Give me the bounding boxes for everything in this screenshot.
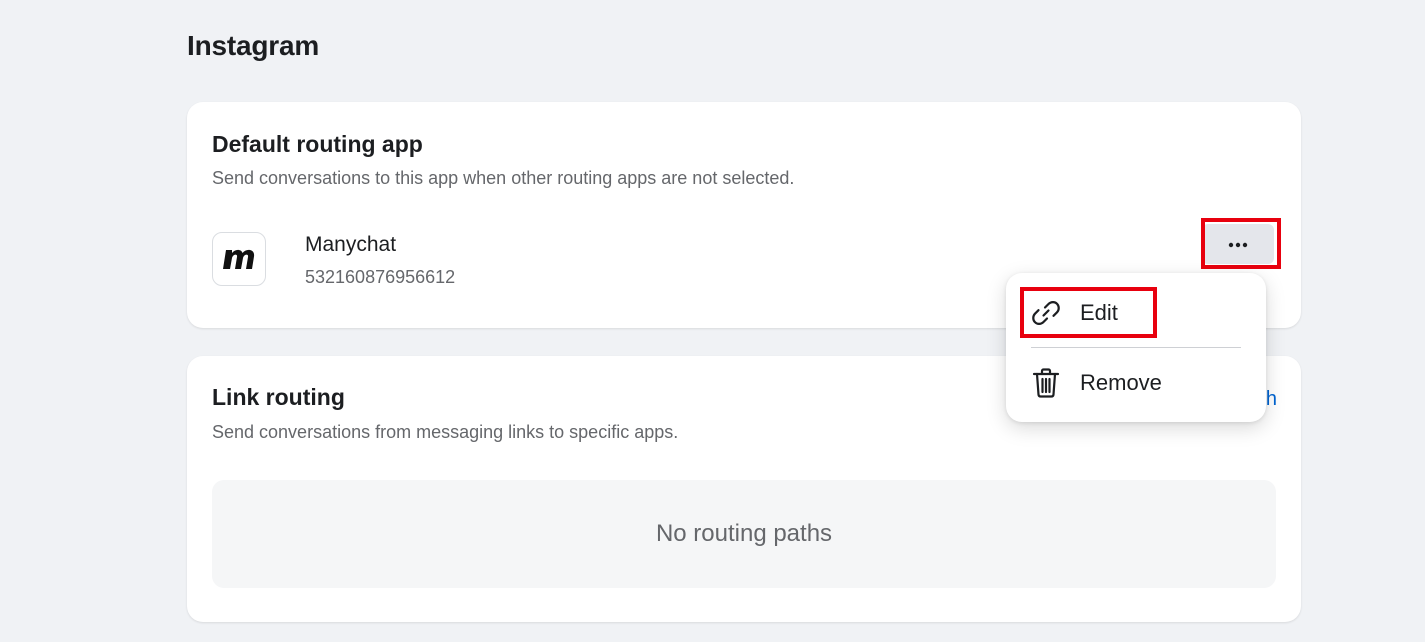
options-dropdown-menu: Edit Remove [1006, 273, 1266, 422]
menu-item-edit-label: Edit [1080, 300, 1118, 325]
empty-state: No routing paths [212, 480, 1276, 588]
empty-state-text: No routing paths [655, 520, 833, 547]
link-routing-description: Send conversations from messaging links … [212, 422, 679, 442]
menu-item-remove-label: Remove [1080, 370, 1162, 395]
link-icon [1026, 293, 1066, 333]
app-name: Manychat [305, 233, 397, 256]
section-title: Instagram [187, 30, 320, 61]
ellipsis-icon [1228, 235, 1248, 253]
trash-icon [1026, 363, 1066, 403]
manychat-logo-icon [212, 232, 266, 286]
menu-divider [1031, 347, 1241, 348]
default-routing-title: Default routing app [212, 131, 423, 157]
app-id: 532160876956612 [305, 267, 456, 287]
link-routing-title: Link routing [212, 384, 345, 410]
default-routing-description: Send conversations to this app when othe… [212, 168, 795, 188]
more-options-button[interactable] [1202, 224, 1274, 264]
menu-item-remove[interactable]: Remove [1026, 363, 1162, 403]
menu-item-edit[interactable]: Edit [1026, 293, 1118, 333]
